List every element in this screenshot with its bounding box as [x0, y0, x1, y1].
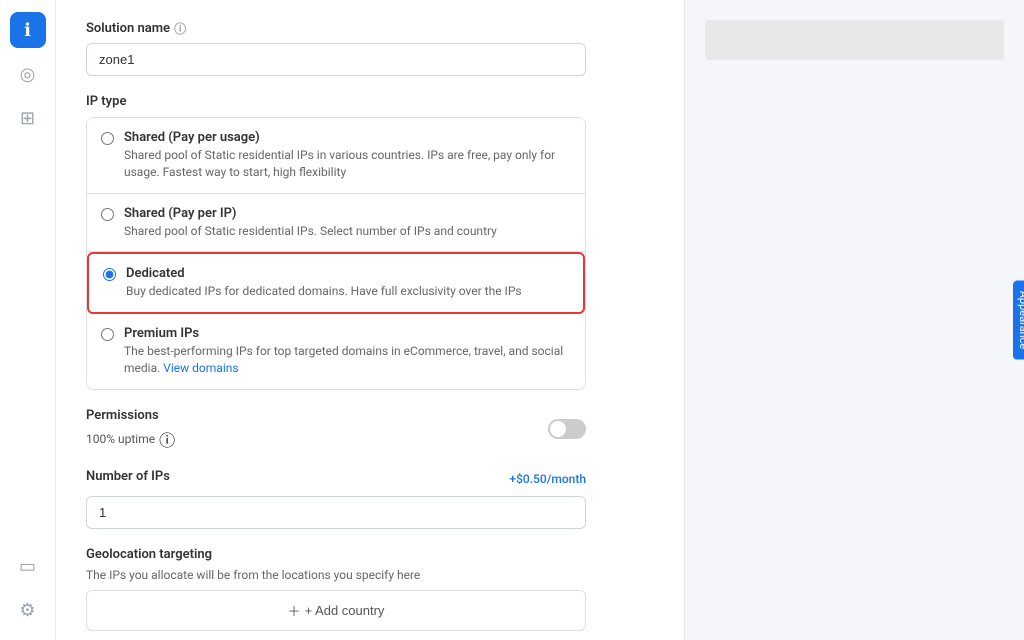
feedback-tab[interactable]: Appearance [1014, 281, 1024, 360]
solution-name-label: Solution name ⓘ [86, 20, 586, 37]
num-ips-price: +$0.50/month [509, 472, 586, 486]
shared-ip-desc: Shared pool of Static residential IPs. S… [124, 223, 497, 240]
sidebar-bottom: ▭ ⚙ [10, 548, 46, 628]
geo-desc: The IPs you allocate will be from the lo… [86, 568, 586, 582]
uptime-label: 100% uptime [86, 432, 155, 446]
uptime-info-icon[interactable]: ⓘ [159, 427, 175, 451]
sidebar-item-location[interactable]: ◎ [10, 56, 46, 92]
shared-usage-desc: Shared pool of Static residential IPs in… [124, 147, 571, 181]
solution-name-field: Solution name ⓘ [86, 20, 586, 76]
layers-icon: ⊞ [20, 108, 35, 129]
settings-icon: ⚙ [19, 600, 35, 621]
main-content: Solution name ⓘ IP type Shared (Pay per … [56, 0, 684, 640]
info-icon: ℹ [24, 20, 31, 41]
geo-targeting-section: Geolocation targeting The IPs you alloca… [86, 547, 586, 631]
sidebar-item-layers[interactable]: ⊞ [10, 100, 46, 136]
sidebar: ℹ ◎ ⊞ ▭ ⚙ [0, 0, 56, 640]
num-ips-field: Number of IPs +$0.50/month [86, 469, 586, 529]
sidebar-item-card[interactable]: ▭ [10, 548, 46, 584]
ip-radio-shared-usage[interactable] [101, 132, 114, 145]
ip-options-box: Shared (Pay per usage) Shared pool of St… [86, 117, 586, 390]
ip-radio-premium[interactable] [101, 328, 114, 341]
solution-name-info-icon[interactable]: ⓘ [174, 20, 186, 37]
solution-name-input[interactable] [86, 43, 586, 76]
ip-type-label: IP type [86, 94, 586, 109]
right-panel-placeholder [705, 20, 1004, 60]
ip-option-premium[interactable]: Premium IPs The best-performing IPs for … [87, 314, 585, 389]
card-icon: ▭ [19, 556, 36, 577]
permissions-label: Permissions [86, 408, 175, 423]
ip-option-shared-usage[interactable]: Shared (Pay per usage) Shared pool of St… [87, 118, 585, 194]
plus-icon: ＋ [288, 601, 301, 620]
premium-desc: The best-performing IPs for top targeted… [124, 343, 571, 377]
add-country-button[interactable]: ＋ + Add country [86, 590, 586, 631]
right-panel [684, 0, 1024, 640]
location-icon: ◎ [20, 64, 36, 85]
sidebar-item-info[interactable]: ℹ [10, 12, 46, 48]
form-section: Solution name ⓘ IP type Shared (Pay per … [86, 20, 586, 640]
shared-usage-title: Shared (Pay per usage) [124, 130, 571, 145]
ip-radio-dedicated[interactable] [103, 268, 116, 281]
num-ips-label: Number of IPs [86, 469, 170, 484]
permissions-section: Permissions 100% uptime ⓘ [86, 408, 586, 451]
dedicated-title: Dedicated [126, 266, 522, 281]
sidebar-item-settings[interactable]: ⚙ [10, 592, 46, 628]
ip-option-shared-ip[interactable]: Shared (Pay per IP) Shared pool of Stati… [87, 194, 585, 253]
uptime-toggle[interactable] [548, 419, 586, 439]
premium-title: Premium IPs [124, 326, 571, 341]
geo-label: Geolocation targeting [86, 547, 586, 562]
shared-ip-title: Shared (Pay per IP) [124, 206, 497, 221]
ip-radio-shared-ip[interactable] [101, 208, 114, 221]
num-ips-input[interactable] [86, 496, 586, 529]
ip-option-dedicated[interactable]: Dedicated Buy dedicated IPs for dedicate… [87, 252, 585, 314]
dedicated-desc: Buy dedicated IPs for dedicated domains.… [126, 283, 522, 300]
view-domains-link[interactable]: View domains [163, 361, 238, 375]
